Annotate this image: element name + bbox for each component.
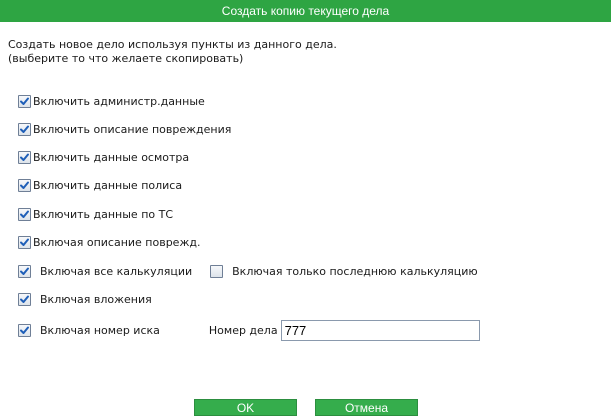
option-row-damage-desc-short: Включая описание поврежд. (18, 233, 200, 251)
checkbox-all-calculations[interactable] (18, 264, 31, 278)
cancel-button[interactable]: Отмена (315, 399, 418, 416)
checkbox-last-calculation[interactable] (210, 264, 224, 278)
option-row-policy: Включить данные полиса (18, 176, 182, 194)
checkmark-icon (20, 153, 29, 161)
option-row-attachments: Включая вложения (18, 290, 152, 308)
checkmark-icon (20, 181, 29, 189)
ok-button[interactable]: OK (194, 399, 297, 416)
label-claim-number: Включая номер иска (40, 323, 160, 337)
dialog-title-bar: Создать копию текущего дела (0, 0, 611, 22)
label-damage-desc-short: Включая описание поврежд. (33, 235, 201, 249)
option-row-calculations: Включая все калькуляции Включая только п… (18, 262, 478, 280)
intro-line-1: Создать новое дело используя пункты из д… (8, 38, 337, 51)
checkmark-icon (20, 295, 29, 303)
label-policy: Включить данные полиса (33, 178, 183, 192)
option-row-claim-number: Включая номер иска Номер дела (18, 318, 480, 342)
option-row-vehicle: Включить данные по ТС (18, 205, 173, 223)
checkbox-claim-number[interactable] (18, 323, 31, 337)
label-damage-description: Включить описание повреждения (33, 122, 232, 136)
label-all-calculations: Включая все калькуляции (40, 264, 193, 278)
checkmark-icon (20, 326, 29, 334)
option-last-calculation: Включая только последнюю калькуляцию (210, 264, 478, 278)
checkbox-attachments[interactable] (18, 292, 31, 306)
label-vehicle: Включить данные по ТС (33, 207, 174, 221)
checkmark-icon (20, 125, 29, 133)
checkbox-inspection[interactable] (18, 150, 31, 164)
checkmark-icon (20, 238, 29, 246)
label-attachments: Включая вложения (40, 292, 152, 306)
intro-text: Создать новое дело используя пункты из д… (8, 38, 337, 66)
checkmark-icon (20, 267, 29, 275)
case-number-input[interactable] (280, 319, 480, 341)
case-number-label: Номер дела (208, 323, 278, 337)
intro-line-2: (выберите то что желаете скопировать) (8, 52, 244, 65)
option-row-inspection: Включить данные осмотра (18, 148, 189, 166)
checkbox-damage-desc-short[interactable] (18, 235, 31, 249)
option-row-admin: Включить администр.данные (18, 92, 205, 110)
option-row-damage-description: Включить описание повреждения (18, 120, 231, 138)
checkmark-icon (20, 97, 29, 105)
label-last-calculation: Включая только последнюю калькуляцию (232, 264, 478, 278)
label-inspection: Включить данные осмотра (33, 150, 190, 164)
dialog-title: Создать копию текущего дела (221, 4, 390, 18)
checkbox-admin[interactable] (18, 94, 31, 108)
checkbox-policy[interactable] (18, 178, 31, 192)
checkmark-icon (20, 210, 29, 218)
label-admin: Включить администр.данные (33, 94, 205, 108)
checkbox-damage-description[interactable] (18, 122, 31, 136)
checkbox-vehicle[interactable] (18, 207, 31, 221)
